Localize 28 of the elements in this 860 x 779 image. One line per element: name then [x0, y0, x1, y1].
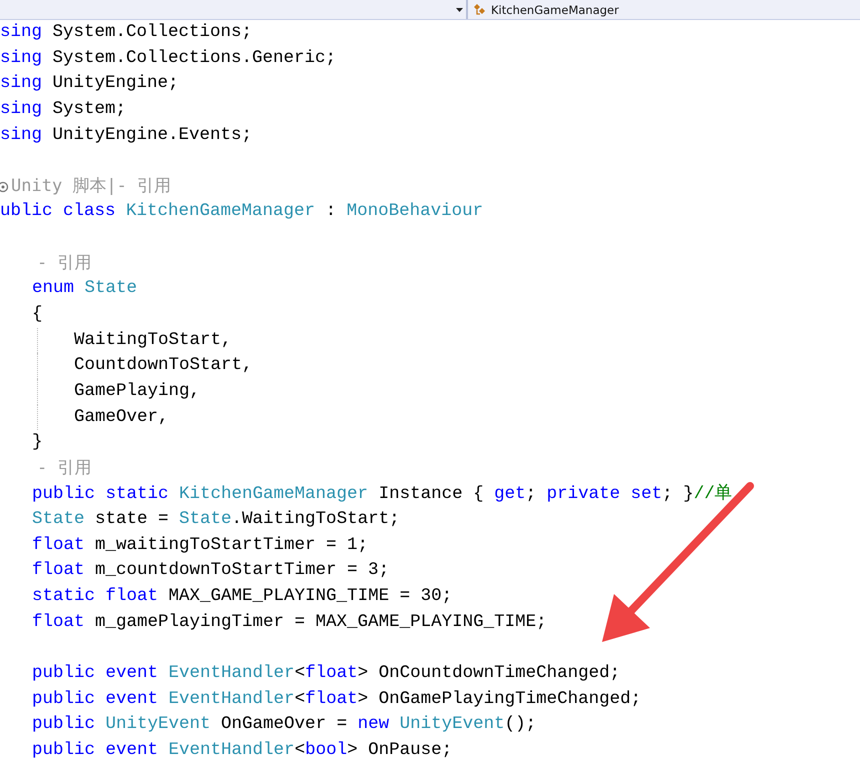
code-lens[interactable]: - 引用 — [37, 456, 92, 482]
code-line: CountdownToStart, — [74, 354, 253, 378]
code-line: enum State — [32, 277, 138, 300]
code-line: GamePlaying, — [74, 380, 200, 403]
code-line: public event EventHandler<bool> OnPause; — [32, 738, 452, 762]
code-line: public UnityEvent OnGameOver = new UnityEvent(); — [32, 713, 536, 736]
code-line: WaitingToStart, — [74, 328, 232, 352]
code-line: static float MAX_GAME_PLAYING_TIME = 30; — [32, 585, 452, 608]
code-line: public static KitchenGameManager Instance { get; private set; }//单 — [32, 482, 733, 506]
code-line: float m_gamePlayingTimer = MAX_GAME_PLAYING_TIME; — [32, 610, 547, 634]
code-line: sing System.Collections.Generic; — [0, 46, 336, 70]
code-line: public event EventHandler<float> OnCountdownTimeChanged; — [32, 662, 620, 686]
code-line: public event EventHandler<float> OnGamePlayingTimeChanged; — [32, 688, 642, 711]
caret-icon — [456, 8, 463, 12]
code-line: sing System.Collections; — [0, 21, 252, 44]
code-line: float m_waitingToStartTimer = 1; — [32, 534, 368, 557]
code-line: State state = State.WaitingToStart; — [32, 508, 400, 532]
class-icon — [473, 3, 487, 16]
code-line: { — [32, 303, 43, 326]
code-line: sing UnityEngine.Events; — [0, 124, 252, 147]
code-line: float m_countdownToStartTimer = 3; — [32, 559, 390, 582]
code-line: sing System; — [0, 98, 126, 121]
code-lens[interactable]: Unity 脚本|- 引用 — [11, 174, 172, 200]
code-line: GameOver, — [74, 406, 169, 429]
code-line: ublic class KitchenGameManager : MonoBehaviour — [0, 200, 484, 224]
code-line: } — [32, 431, 43, 454]
code-lens[interactable]: - 引用 — [37, 250, 92, 276]
code-line: sing UnityEngine; — [0, 72, 179, 96]
